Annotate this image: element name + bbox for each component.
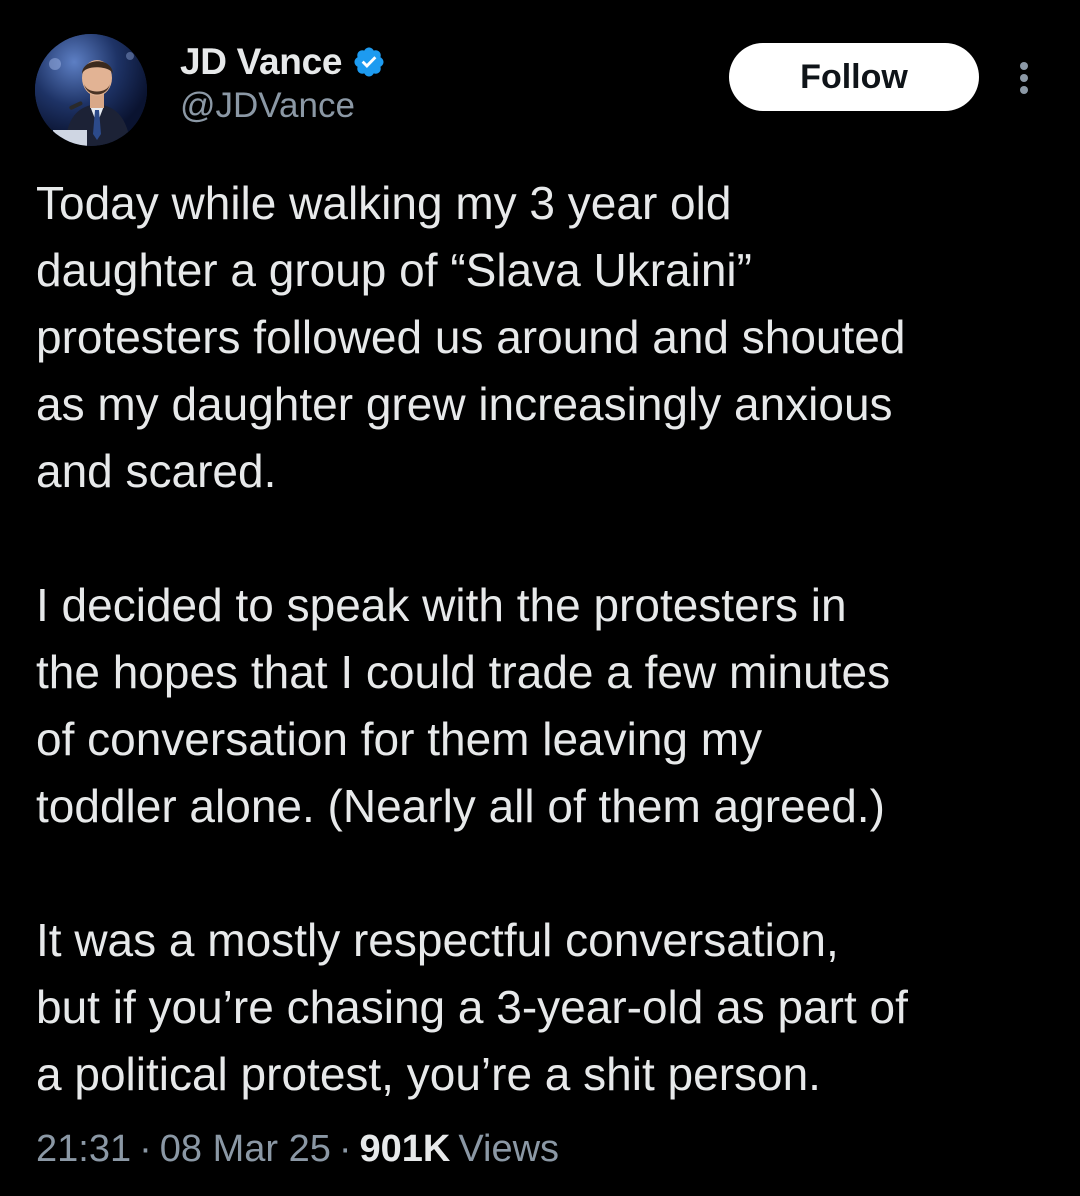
tweet-time[interactable]: 21:31 [36, 1128, 131, 1171]
separator-dot: · [338, 1128, 352, 1170]
separator-dot: · [139, 1128, 152, 1170]
avatar-photo-icon [35, 34, 147, 146]
tweet-paragraph: Today while walking my 3 year old daught… [36, 177, 906, 497]
verified-badge-icon [352, 45, 386, 79]
more-options-icon[interactable] [1006, 58, 1042, 98]
tweet-paragraph: I decided to speak with the protesters i… [36, 579, 891, 832]
views-count[interactable]: 901K [360, 1128, 451, 1171]
tweet-text: Today while walking my 3 year old daught… [36, 170, 1056, 1108]
user-handle[interactable]: @JDVance [180, 86, 386, 126]
user-meta: JD Vance @JDVance [180, 40, 386, 126]
avatar[interactable] [35, 34, 147, 146]
tweet-card: JD Vance @JDVance Follow Today while wal… [0, 0, 1080, 1196]
follow-button[interactable]: Follow [729, 43, 979, 111]
tweet-meta: 21:31 · 08 Mar 25 · 901K Views [36, 1128, 559, 1171]
views-label: Views [458, 1128, 560, 1170]
tweet-paragraph: It was a mostly respectful conversation,… [36, 914, 908, 1100]
display-name[interactable]: JD Vance [180, 41, 342, 83]
name-row: JD Vance [180, 40, 386, 84]
tweet-date[interactable]: 08 Mar 25 [160, 1128, 331, 1171]
